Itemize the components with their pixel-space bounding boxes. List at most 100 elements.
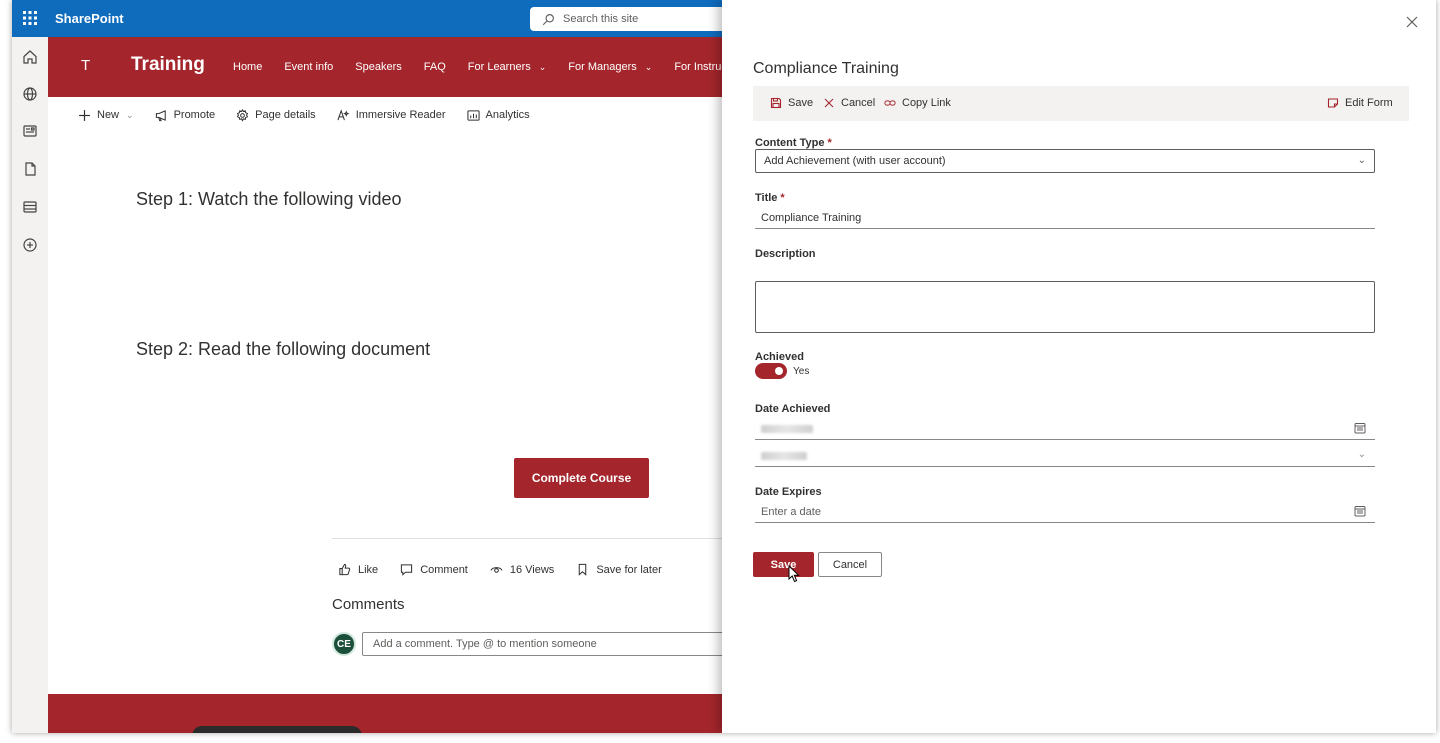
edit-form-button[interactable]: Edit Form bbox=[1327, 97, 1393, 109]
calendar-icon[interactable] bbox=[1354, 422, 1367, 435]
description-label: Description bbox=[755, 248, 816, 260]
comment-button[interactable]: Comment bbox=[400, 563, 468, 576]
news-icon[interactable] bbox=[22, 123, 38, 139]
redacted-date bbox=[761, 424, 813, 433]
nav-item-for-managers[interactable]: For Managers ⌄ bbox=[568, 61, 652, 73]
page-details-button[interactable]: Page details bbox=[236, 108, 316, 122]
views-count: 16 Views bbox=[490, 563, 554, 576]
time-achieved-dropdown[interactable]: ⌄ bbox=[755, 445, 1375, 467]
link-icon bbox=[884, 100, 896, 106]
site-logo[interactable]: T bbox=[81, 57, 90, 74]
views-label: 16 Views bbox=[509, 563, 555, 576]
analytics-icon bbox=[466, 109, 480, 121]
label-text: Content Type bbox=[755, 137, 825, 149]
bookmark-icon bbox=[579, 563, 587, 576]
comments-heading: Comments bbox=[332, 596, 405, 613]
site-navigation: Home Event info Speakers FAQ For Learner… bbox=[233, 61, 758, 73]
site-title[interactable]: Training bbox=[131, 54, 205, 76]
label-text: Title bbox=[755, 192, 778, 204]
new-button[interactable]: New ⌄ bbox=[78, 109, 134, 122]
nav-item-for-learners[interactable]: For Learners ⌄ bbox=[468, 61, 547, 73]
immersive-reader-icon bbox=[337, 108, 350, 120]
nav-label: Event info bbox=[284, 61, 334, 73]
analytics-button[interactable]: Analytics bbox=[466, 109, 530, 122]
panel-title: Compliance Training bbox=[753, 60, 899, 77]
add-icon[interactable] bbox=[22, 237, 38, 253]
brand-name[interactable]: SharePoint bbox=[55, 11, 124, 26]
plus-icon bbox=[79, 109, 90, 121]
copy-link-button[interactable]: Copy Link bbox=[884, 97, 951, 109]
search-placeholder: Search this site bbox=[563, 13, 639, 25]
complete-course-button[interactable]: Complete Course bbox=[514, 458, 649, 498]
nav-label: FAQ bbox=[423, 61, 446, 73]
immersive-reader-label: Immersive Reader bbox=[355, 109, 446, 121]
new-label: New bbox=[97, 109, 120, 121]
edit-form-icon bbox=[1327, 98, 1339, 108]
immersive-reader-button[interactable]: Immersive Reader bbox=[337, 108, 446, 122]
nav-label: For Learners bbox=[467, 61, 531, 73]
app-bar bbox=[12, 37, 48, 733]
search-icon bbox=[542, 13, 554, 25]
toolbar-cancel-button[interactable]: Cancel bbox=[823, 97, 875, 109]
achieved-label: Achieved bbox=[755, 351, 804, 363]
toolbar-save-button[interactable]: Save bbox=[770, 97, 813, 109]
nav-label: Speakers bbox=[355, 61, 402, 73]
toolbar-cancel-label: Cancel bbox=[841, 97, 876, 109]
close-icon bbox=[824, 98, 834, 108]
redacted-time bbox=[761, 451, 807, 460]
save-for-later-label: Save for later bbox=[596, 563, 662, 576]
chevron-down-icon: ⌄ bbox=[538, 61, 547, 72]
app-launcher-icon[interactable] bbox=[20, 8, 40, 28]
social-bar: Like Comment 16 Views Save for later bbox=[338, 563, 684, 576]
step-2-heading: Step 2: Read the following document bbox=[136, 339, 431, 359]
date-expires-label: Date Expires bbox=[755, 486, 822, 498]
date-achieved-label: Date Achieved bbox=[755, 403, 831, 415]
description-textarea[interactable] bbox=[755, 281, 1375, 333]
chevron-down-icon: ⌄ bbox=[644, 61, 653, 72]
toolbar-save-label: Save bbox=[788, 97, 814, 109]
footer-element bbox=[192, 726, 362, 733]
date-expires-input[interactable]: Enter a date bbox=[755, 501, 1375, 523]
nav-item-home[interactable]: Home bbox=[233, 61, 262, 73]
edit-item-panel: Compliance Training Save Cancel Copy Lin… bbox=[722, 0, 1436, 733]
chevron-down-icon: ⌄ bbox=[126, 109, 134, 120]
calendar-icon[interactable] bbox=[1354, 505, 1367, 518]
nav-label: Home bbox=[233, 61, 263, 73]
required-marker: * bbox=[780, 192, 785, 204]
content-type-label: Content Type * bbox=[755, 137, 832, 149]
analytics-label: Analytics bbox=[485, 109, 530, 121]
save-for-later-button[interactable]: Save for later bbox=[576, 563, 662, 576]
nav-item-event-info[interactable]: Event info bbox=[284, 61, 333, 73]
app-frame: SharePoint Search this site T Training H… bbox=[12, 0, 1436, 733]
content-type-dropdown[interactable]: Add Achievement (with user account) ⌄ bbox=[755, 149, 1375, 173]
nav-label: For Managers bbox=[568, 61, 637, 73]
promote-button[interactable]: Promote bbox=[155, 109, 216, 122]
comment-icon bbox=[401, 564, 413, 576]
site-header: T Training Home Event info Speakers FAQ … bbox=[48, 37, 738, 97]
page-command-bar: New ⌄ Promote Page details Immersive Rea… bbox=[48, 104, 738, 126]
eye-icon bbox=[490, 567, 503, 573]
save-icon bbox=[770, 97, 782, 109]
search-input[interactable]: Search this site bbox=[530, 7, 730, 31]
comment-input[interactable]: Add a comment. Type @ to mention someone bbox=[362, 632, 734, 656]
like-label: Like bbox=[358, 563, 379, 576]
promote-label: Promote bbox=[173, 109, 216, 121]
save-button[interactable]: Save bbox=[753, 552, 814, 577]
nav-item-faq[interactable]: FAQ bbox=[424, 61, 446, 73]
divider bbox=[332, 538, 732, 539]
close-icon[interactable] bbox=[1406, 16, 1422, 32]
achieved-toggle[interactable] bbox=[755, 363, 787, 379]
title-value: Compliance Training bbox=[761, 211, 862, 224]
toggle-knob bbox=[775, 367, 783, 375]
globe-icon[interactable] bbox=[22, 86, 38, 102]
home-icon[interactable] bbox=[22, 49, 38, 65]
nav-item-speakers[interactable]: Speakers bbox=[355, 61, 401, 73]
cancel-button[interactable]: Cancel bbox=[818, 552, 882, 577]
like-button[interactable]: Like bbox=[338, 563, 378, 576]
page-details-label: Page details bbox=[255, 109, 316, 121]
list-icon[interactable] bbox=[22, 199, 38, 215]
title-input[interactable]: Compliance Training bbox=[755, 207, 1375, 229]
date-achieved-input[interactable] bbox=[755, 418, 1375, 440]
document-icon[interactable] bbox=[22, 161, 38, 177]
title-label: Title * bbox=[755, 192, 785, 204]
